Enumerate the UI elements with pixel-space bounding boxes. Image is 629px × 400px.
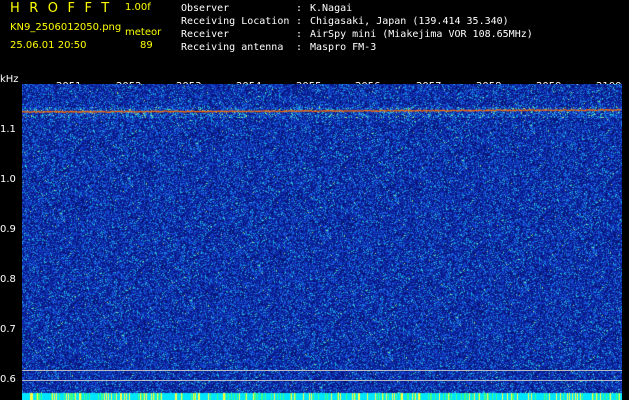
info-value: Chigasaki, Japan (139.414 35.340) <box>310 16 509 27</box>
info-label: Receiving antenna <box>181 42 284 53</box>
timestamp-label: 25.06.01 20:50 <box>10 40 87 51</box>
info-value: K.Nagai <box>310 3 353 14</box>
frequency-tick-label: 1.0 <box>0 174 16 185</box>
station-info: Observer: K.Nagai Receiving Location: Chig… <box>181 2 533 54</box>
frequency-tick-label: 0.9 <box>0 224 16 235</box>
info-label: Receiving Location <box>181 16 290 27</box>
reference-line <box>22 370 622 371</box>
spectrogram <box>22 84 622 400</box>
info-separator: : <box>296 16 303 27</box>
meteor-count: 89 <box>140 40 153 51</box>
filename-label: KN9_2506012050.png <box>10 22 122 33</box>
frequency-tick-label: 0.6 <box>0 374 16 385</box>
info-value: Maspro FM-3 <box>310 42 377 53</box>
frequency-tick-label: 0.8 <box>0 274 16 285</box>
plot-type-label: meteor <box>125 27 162 38</box>
info-label: Observer <box>181 3 230 14</box>
version-label: 1.00f <box>125 2 151 13</box>
frequency-tick-label: 0.7 <box>0 324 16 335</box>
app-title: HROFFT <box>10 1 119 16</box>
info-separator: : <box>296 29 303 40</box>
info-row-observer: Observer: K.Nagai <box>181 2 533 15</box>
frequency-unit-label: kHz <box>0 74 19 85</box>
info-row-receiver: Receiver: AirSpy mini (Miakejima VOR 108.… <box>181 28 533 41</box>
header-panel: HROFFT 1.00f KN9_2506012050.png meteor 2… <box>0 0 629 74</box>
info-value: AirSpy mini (Miakejima VOR 108.65MHz) <box>310 29 533 40</box>
info-row-antenna: Receiving antenna: Maspro FM-3 <box>181 41 533 54</box>
info-separator: : <box>296 3 303 14</box>
info-separator: : <box>296 42 303 53</box>
reference-line <box>22 380 622 381</box>
spectrogram-canvas <box>22 84 622 400</box>
info-label: Receiver <box>181 29 230 40</box>
info-row-location: Receiving Location: Chigasaki, Japan (139… <box>181 15 533 28</box>
frequency-tick-label: 1.1 <box>0 124 16 135</box>
